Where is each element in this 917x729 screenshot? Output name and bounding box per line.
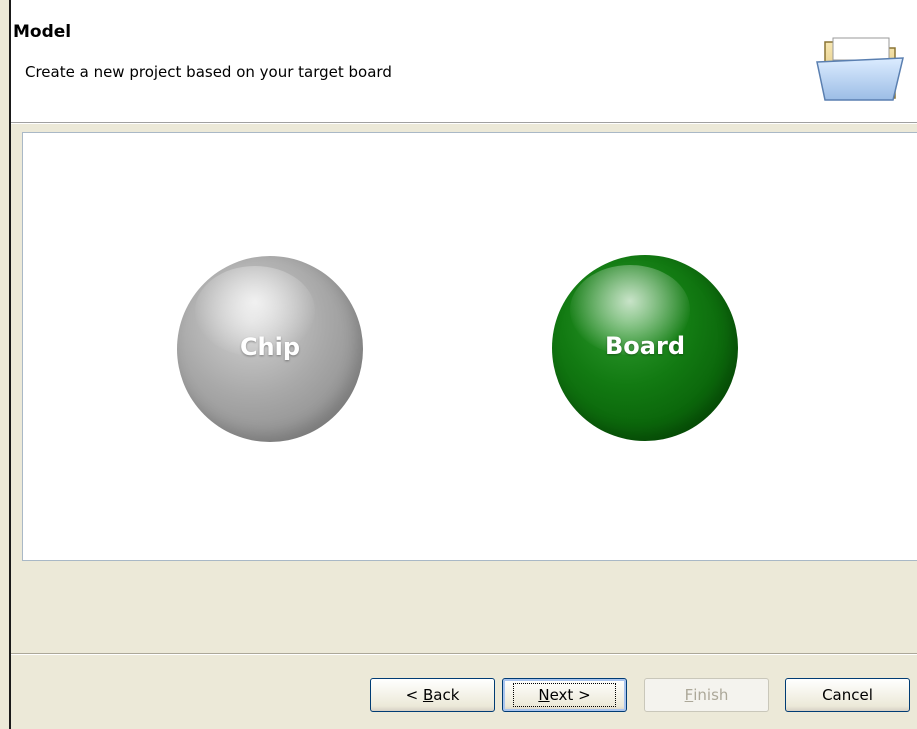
board-option-button[interactable]: Board xyxy=(552,255,738,441)
next-button-mnemonic: N xyxy=(538,686,550,704)
board-option-label: Board xyxy=(605,332,685,360)
next-button[interactable]: Next > xyxy=(502,678,627,712)
wizard-dialog: Model Create a new project based on your… xyxy=(9,0,917,729)
next-button-rest: ext > xyxy=(549,686,591,704)
footer-separator-highlight xyxy=(11,654,917,655)
back-button[interactable]: < Back xyxy=(370,678,495,712)
page-description: Create a new project based on your targe… xyxy=(25,63,392,81)
finish-button-rest: inish xyxy=(693,686,729,704)
finish-button[interactable]: Finish xyxy=(644,678,769,712)
cancel-button-label: Cancel xyxy=(822,686,873,704)
header-divider xyxy=(11,123,917,124)
cancel-button[interactable]: Cancel xyxy=(785,678,910,712)
finish-button-mnemonic: F xyxy=(684,686,694,704)
page-title: Model xyxy=(13,22,72,42)
chip-option-label: Chip xyxy=(239,333,301,361)
wizard-header: Model Create a new project based on your… xyxy=(11,0,917,123)
back-button-mnemonic: B xyxy=(422,686,434,704)
next-button-focus-ring: Next > xyxy=(513,683,616,707)
open-folder-icon xyxy=(816,37,904,101)
chip-option-button[interactable]: Chip xyxy=(177,256,363,442)
back-button-rest: ack xyxy=(433,686,460,704)
back-button-prefix: < xyxy=(405,686,423,704)
model-selection-panel: Chip Board xyxy=(22,132,917,561)
